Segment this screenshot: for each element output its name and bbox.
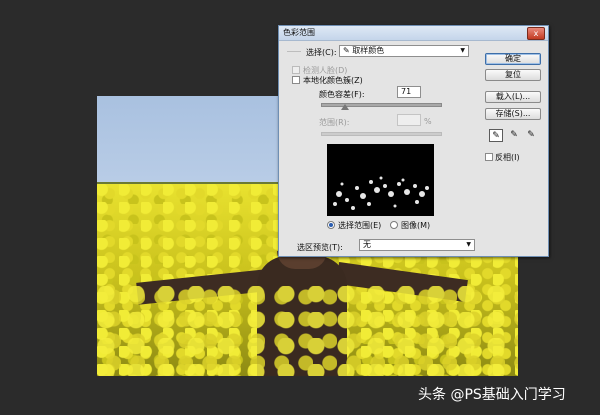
- load-button[interactable]: 载入(L)...: [485, 91, 541, 103]
- eyedropper-icon: ✎: [343, 46, 350, 55]
- range-input[interactable]: [397, 114, 421, 126]
- invert-checkbox[interactable]: [485, 153, 493, 161]
- range-label: 范围(R):: [319, 118, 350, 127]
- invert-label: 反相(I): [495, 153, 520, 162]
- eyedropper-minus-icon[interactable]: ✎: [524, 129, 538, 142]
- fuzziness-label: 颜色容差(F):: [319, 90, 365, 99]
- reset-button[interactable]: 复位: [485, 69, 541, 81]
- localized-clusters-checkbox[interactable]: [292, 76, 300, 84]
- photo-foreground-flowers: [97, 286, 518, 376]
- eyedropper-icon[interactable]: ✎: [489, 129, 503, 142]
- ok-button[interactable]: 确定: [485, 53, 541, 65]
- dialog-title: 色彩范围: [283, 28, 315, 37]
- chevron-down-icon: ▼: [460, 47, 465, 54]
- preview-mask-svg: [333, 176, 429, 210]
- select-value: 取样颜色: [352, 46, 385, 55]
- color-range-dialog: 色彩范围 x 选择(C): ✎ 取样颜色 ▼ 检测人脸(D) 本地化颜色簇(Z)…: [278, 25, 549, 257]
- image-mode-label: 图像(M): [401, 221, 431, 230]
- save-button[interactable]: 存储(S)...: [485, 108, 541, 120]
- localized-clusters-label: 本地化颜色簇(Z): [303, 76, 363, 85]
- selection-preview-dropdown[interactable]: 无 ▼: [359, 239, 475, 251]
- fuzziness-slider-track[interactable]: [321, 103, 442, 107]
- selection-preview-value: 无: [363, 240, 371, 249]
- chevron-down-icon: ▼: [466, 241, 471, 248]
- close-icon[interactable]: x: [527, 27, 545, 40]
- select-dropdown[interactable]: ✎ 取样颜色 ▼: [339, 45, 469, 57]
- detect-faces-checkbox[interactable]: [292, 66, 300, 74]
- selection-preview-image: [327, 144, 434, 216]
- range-slider-track[interactable]: [321, 132, 442, 136]
- fuzziness-input[interactable]: 71: [397, 86, 421, 98]
- select-label: 选择(C):: [306, 48, 337, 57]
- dialog-titlebar[interactable]: 色彩范围 x: [279, 26, 548, 41]
- range-unit: %: [424, 117, 432, 126]
- group-divider: [287, 51, 301, 52]
- eyedropper-plus-icon[interactable]: ✎: [507, 129, 521, 142]
- fuzziness-slider-thumb[interactable]: [340, 104, 349, 110]
- watermark-text: 头条 @PS基础入门学习: [418, 387, 566, 403]
- selection-mode-label: 选择范围(E): [338, 221, 382, 230]
- image-mode-radio[interactable]: [390, 221, 398, 229]
- selection-mode-radio[interactable]: [327, 221, 335, 229]
- selection-preview-label: 选区预览(T):: [297, 243, 343, 252]
